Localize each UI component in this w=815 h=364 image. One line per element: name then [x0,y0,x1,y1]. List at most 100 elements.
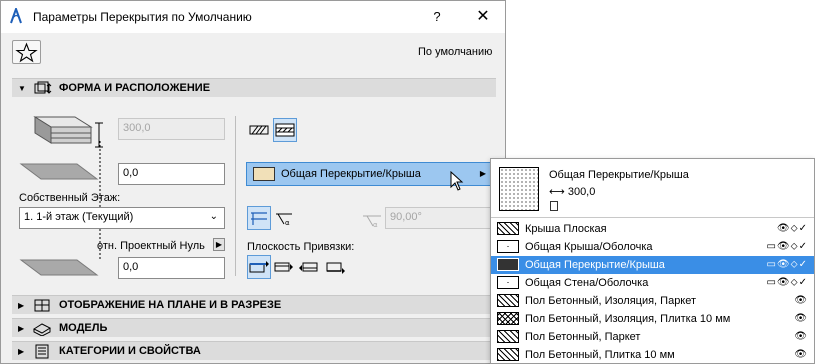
pattern-swatch [497,258,519,271]
ref-plane-top-icon [249,261,269,273]
pattern-swatch [497,222,519,235]
list-item[interactable]: Пол Бетонный, Паркет 👁 [491,328,814,346]
item-name: Пол Бетонный, Плитка 10 мм [525,349,675,361]
section-header-categories[interactable]: ▶ КАТЕГОРИИ И СВОЙСТВА [12,341,496,360]
list-item[interactable]: Крыша Плоская 👁⬦✓ [491,220,814,238]
vertical-divider [235,116,236,276]
pattern-swatch [497,348,519,361]
geometry-icon [34,81,52,94]
slab-offset-icon [19,163,99,180]
star-icon [15,42,38,63]
ref-plane-core-bottom-icon [299,262,318,272]
triangle-right-icon: ▶ [18,301,25,310]
item-name: Пол Бетонный, Изоляция, Паркет [525,295,697,307]
ref-plane-bottom-button[interactable] [325,255,349,279]
ref-plane-top-button[interactable] [247,255,271,279]
triangle-right-icon: ▶ [18,347,25,356]
item-name: Пол Бетонный, Паркет [525,331,641,343]
item-name: Общая Перекрытие/Крыша [525,259,665,271]
edge-perpendicular-icon [251,212,267,225]
composite-selected-label: Общая Перекрытие/Крыша [281,168,421,180]
thickness-field[interactable]: 300,0 [118,118,225,140]
composite-structure-button[interactable] [273,118,297,142]
project-zero-label: отн. Проектный Нуль [97,240,205,252]
item-name: Пол Бетонный, Изоляция, Плитка 10 мм [525,313,731,325]
ref-plane-core-top-button[interactable] [273,255,297,279]
pattern-swatch [497,312,519,325]
section-header-floorplan[interactable]: ▶ ОТОБРАЖЕНИЕ НА ПЛАНЕ И В РАЗРЕЗЕ [12,295,496,314]
pattern-swatch [497,330,519,343]
ref-plane-core-top-icon [274,262,293,272]
slab-default-settings-dialog: Параметры Перекрытия по Умолчанию ? ✕ По… [0,0,506,364]
section-title-model: МОДЕЛЬ [59,322,108,334]
hatch-composite-icon [275,123,295,137]
mouse-cursor-icon [450,171,464,191]
categories-icon [35,344,49,359]
section-header-shape[interactable]: ▼ ФОРМА И РАСПОЛОЖЕНИЕ [12,78,496,97]
triangle-right-icon: ▶ [18,324,25,333]
visibility-flags-icon: 👁 [794,295,808,306]
basic-structure-button[interactable] [247,118,271,142]
triangle-right-icon: ▶ [479,169,486,178]
ref-plane-core-bottom-button[interactable] [299,255,323,279]
home-story-value: 1. 1-й этаж (Текущий) [24,211,134,223]
preview-thickness-value: 300,0 [567,186,596,198]
visibility-flags-icon: 👁⬦✓ [776,223,808,234]
list-item[interactable]: Общая Перекрытие/Крыша ▭👁⬦✓ [491,256,814,274]
slab-elevation-icon [19,259,99,276]
default-label: По умолчанию [418,46,493,58]
list-item[interactable]: Общая Крыша/Оболочка ▭👁⬦✓ [491,238,814,256]
home-story-label: Собственный Этаж: [19,192,121,204]
pattern-swatch [497,276,519,289]
section-title-categories: КАТЕГОРИИ И СВОЙСТВА [59,345,201,357]
composite-swatch [253,167,275,181]
window-title: Параметры Перекрытия по Умолчанию [33,10,252,24]
visibility-flags-icon: 👁 [794,313,808,324]
thickness-icon: ⟷ [549,186,568,198]
item-name: Общая Крыша/Оболочка [525,241,653,253]
section-title-shape: ФОРМА И РАСПОЛОЖЕНИЕ [59,82,211,94]
dropdown-divider [491,217,814,218]
project-zero-field[interactable]: 0,0 [118,257,225,279]
pattern-swatch [497,240,519,253]
title-bar: Параметры Перекрытия по Умолчанию ? ✕ [1,1,505,33]
list-item[interactable]: Пол Бетонный, Изоляция, Паркет 👁 [491,292,814,310]
composite-list: Крыша Плоская 👁⬦✓ Общая Крыша/Оболочка ▭👁⬦… [491,220,814,364]
edge-custom-angle-button[interactable]: α [273,206,297,230]
preview-name: Общая Перекрытие/Крыша [549,169,689,181]
home-story-select[interactable]: 1. 1-й этаж (Текущий) ⌄ [19,207,225,229]
list-item[interactable]: Общая Стена/Оболочка ▭👁⬦✓ [491,274,814,292]
list-item[interactable]: Пол Бетонный, Плитка 10 мм 👁 [491,346,814,364]
composite-preview [499,167,539,211]
close-button[interactable]: ✕ [471,7,495,27]
visibility-flags-icon: ▭👁⬦✓ [766,241,808,252]
angle-field[interactable]: 90,00° [385,207,491,229]
favorites-button[interactable] [12,40,41,64]
offset-field[interactable]: 0,0 [118,163,225,185]
visibility-flags-icon: ▭👁⬦✓ [766,277,808,288]
pattern-swatch [497,294,519,307]
visibility-flags-icon: ▭👁⬦✓ [766,259,808,270]
layer-marker-icon [550,201,558,211]
composite-dropdown: Общая Перекрытие/Крыша ⟷ 300,0 Крыша Пло… [490,158,815,364]
edge-angle-icon: α [276,213,292,227]
visibility-flags-icon: 👁 [794,331,808,342]
hatch-basic-icon [249,125,269,135]
svg-text:α: α [285,219,290,227]
angle-disabled-icon: α [363,215,381,229]
model-icon [32,323,52,336]
triangle-down-icon: ▼ [18,84,26,93]
ref-plane-bottom-icon [326,262,345,274]
preview-thickness: ⟷ 300,0 [549,185,595,198]
project-zero-menu-button[interactable]: ▶ [213,238,225,251]
item-name: Общая Стена/Оболочка [525,277,649,289]
reference-plane-label: Плоскость Привязки: [247,241,355,253]
archicad-logo-icon [10,8,22,24]
help-button[interactable]: ? [427,7,447,27]
chevron-down-icon: ⌄ [209,211,218,222]
floorplan-icon [34,299,50,312]
section-title-floorplan: ОТОБРАЖЕНИЕ НА ПЛАНЕ И В РАЗРЕЗЕ [59,299,282,311]
edge-perpendicular-button[interactable] [247,206,271,230]
list-item[interactable]: Пол Бетонный, Изоляция, Плитка 10 мм 👁 [491,310,814,328]
section-header-model[interactable]: ▶ МОДЕЛЬ [12,318,496,337]
